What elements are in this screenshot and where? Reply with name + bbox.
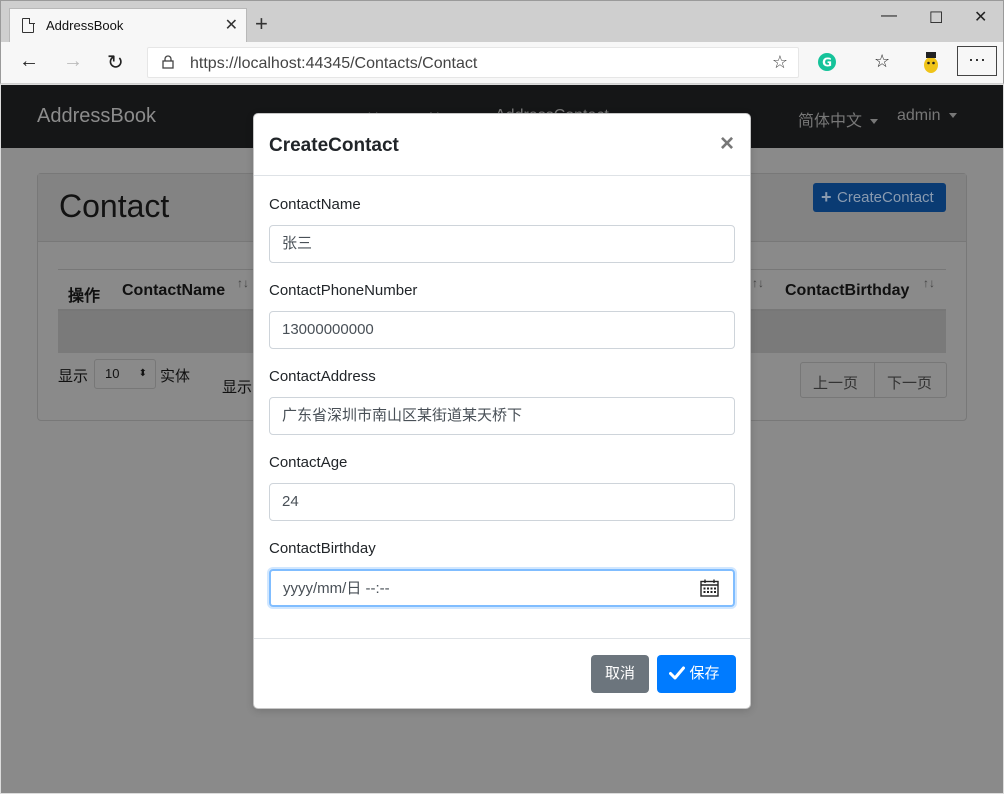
page-size-value: 10 [105,366,120,381]
plus-icon: + [821,187,832,207]
close-icon[interactable]: × [720,130,734,158]
page-size-select[interactable]: 10 ⬍ [94,359,156,389]
navbar-brand[interactable]: AddressBook [37,105,156,128]
browser-tab[interactable]: AddressBook ✕ [9,8,247,43]
modal-header: CreateContact × [254,114,750,176]
user-label: admin [897,107,941,124]
cancel-button[interactable]: 取消 [591,655,649,693]
language-dropdown[interactable]: 简体中文 [798,107,879,131]
language-label: 简体中文 [798,113,863,130]
modal-footer: 取消 保存 [254,638,750,708]
new-tab-icon[interactable]: + [255,11,268,37]
maximize-icon[interactable]: ☐ [929,8,943,28]
browser-toolbar: ← → ↻ https://localhost:44345/Contacts/C… [0,42,1004,84]
profile-avatar-icon[interactable] [920,50,942,74]
column-actions: 操作 [68,288,101,305]
contact-age-input[interactable]: 24 [269,483,735,521]
contact-address-input[interactable]: 广东省深圳市南山区某街道某天桥下 [269,397,735,435]
page-icon [22,17,35,33]
address-bar[interactable]: https://localhost:44345/Contacts/Contact… [147,47,799,78]
svg-text:G: G [822,56,832,70]
settings-more-button[interactable]: ··· [957,46,997,76]
back-icon[interactable]: ← [19,50,39,73]
sort-icon[interactable]: ↑↓ [923,276,935,290]
contact-phone-input[interactable]: 13000000000 [269,311,735,349]
grammarly-icon[interactable]: G [817,52,837,72]
favorites-icon[interactable]: ☆ [874,51,890,72]
pagination: 上一页 下一页 [800,362,947,398]
showing-info: 显示 [222,379,253,396]
chevron-down-icon [870,119,879,125]
refresh-icon[interactable]: ↻ [107,50,124,75]
user-dropdown[interactable]: admin [897,107,957,125]
create-contact-modal: CreateContact × ContactName 张三 ContactPh… [253,113,751,709]
browser-tab-strip: AddressBook ✕ + — ☐ ✕ [0,0,1004,43]
contact-name-input[interactable]: 张三 [269,225,735,263]
select-arrows-icon: ⬍ [138,368,147,379]
pager-divider [874,363,875,397]
contact-address-label: ContactAddress [269,368,376,385]
show-label: 显示 [58,368,89,385]
contact-birthday-input[interactable]: yyyy/mm/日 --:-- [269,569,735,607]
modal-title: CreateContact [269,135,399,156]
page-title: Contact [59,188,170,224]
minimize-icon[interactable]: — [881,7,897,25]
url-text: https://localhost:44345/Contacts/Contact [190,55,478,72]
next-page-button[interactable]: 下一页 [887,372,932,393]
tab-close-icon[interactable]: ✕ [225,15,238,35]
favorite-star-icon[interactable]: ☆ [772,52,788,73]
entities-label: 实体 [160,368,191,385]
column-contact-birthday[interactable]: ContactBirthday [785,282,909,300]
contact-name-label: ContactName [269,196,361,213]
tab-title: AddressBook [46,18,124,33]
lock-icon [162,55,174,69]
column-contact-name[interactable]: ContactName [122,282,225,300]
contact-phone-label: ContactPhoneNumber [269,282,418,299]
check-icon [669,666,685,680]
sort-icon[interactable]: ↑↓ [237,276,249,290]
chevron-down-icon [948,113,957,119]
save-label: 保存 [689,665,720,682]
contact-age-label: ContactAge [269,454,348,471]
window-close-icon[interactable]: ✕ [974,7,987,27]
create-contact-button[interactable]: + CreateContact [813,183,946,212]
create-contact-label: CreateContact [837,189,934,206]
prev-page-button[interactable]: 上一页 [813,372,858,393]
birthday-placeholder: yyyy/mm/日 --:-- [283,580,390,597]
save-button[interactable]: 保存 [657,655,736,693]
sort-icon[interactable]: ↑↓ [752,276,764,290]
contact-birthday-label: ContactBirthday [269,540,376,557]
calendar-icon[interactable] [700,579,719,597]
forward-icon[interactable]: → [63,50,83,73]
